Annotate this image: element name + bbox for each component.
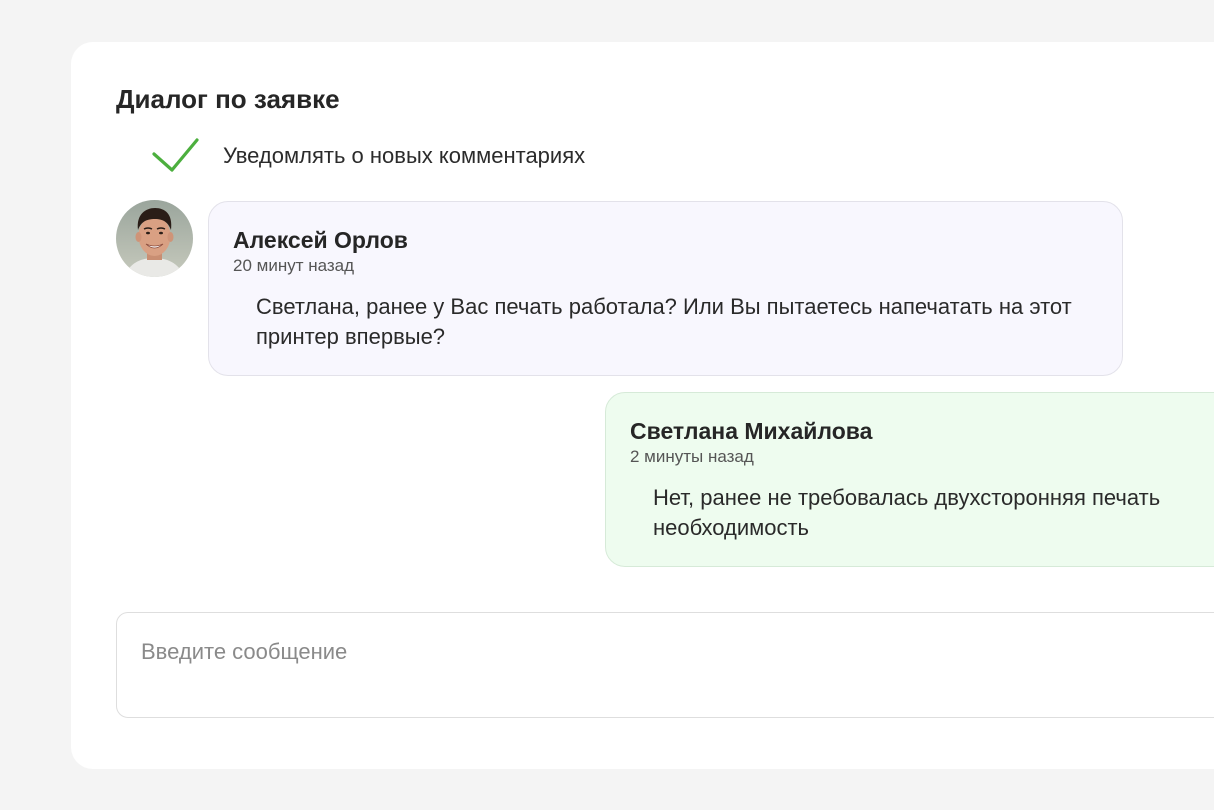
message-input-box (116, 612, 1214, 718)
message-author: Светлана Михайлова (630, 418, 873, 444)
message-time: 20 минут назад (233, 256, 355, 275)
checkmark-icon (150, 136, 200, 176)
message-incoming: Алексей Орлов 20 минут назад Светлана, р… (208, 201, 1123, 376)
notify-toggle[interactable]: Уведомлять о новых комментариях (150, 136, 585, 176)
avatar (116, 200, 193, 277)
message-author: Алексей Орлов (233, 227, 408, 253)
message-input[interactable] (117, 613, 1214, 717)
notify-label: Уведомлять о новых комментариях (223, 143, 586, 168)
message-time: 2 минуты назад (630, 447, 754, 466)
page-title: Диалог по заявке (116, 84, 340, 114)
message-text-line: Нет, ранее не требовалась двухсторонняя … (653, 485, 1161, 510)
message-text-line: необходимость (653, 515, 810, 540)
message-text: Нет, ранее не требовалась двухсторонняя … (653, 483, 1214, 543)
message-text: Светлана, ранее у Вас печать работала? И… (256, 294, 1072, 349)
message-outgoing: Светлана Михайлова 2 минуты назад Нет, р… (605, 392, 1214, 567)
